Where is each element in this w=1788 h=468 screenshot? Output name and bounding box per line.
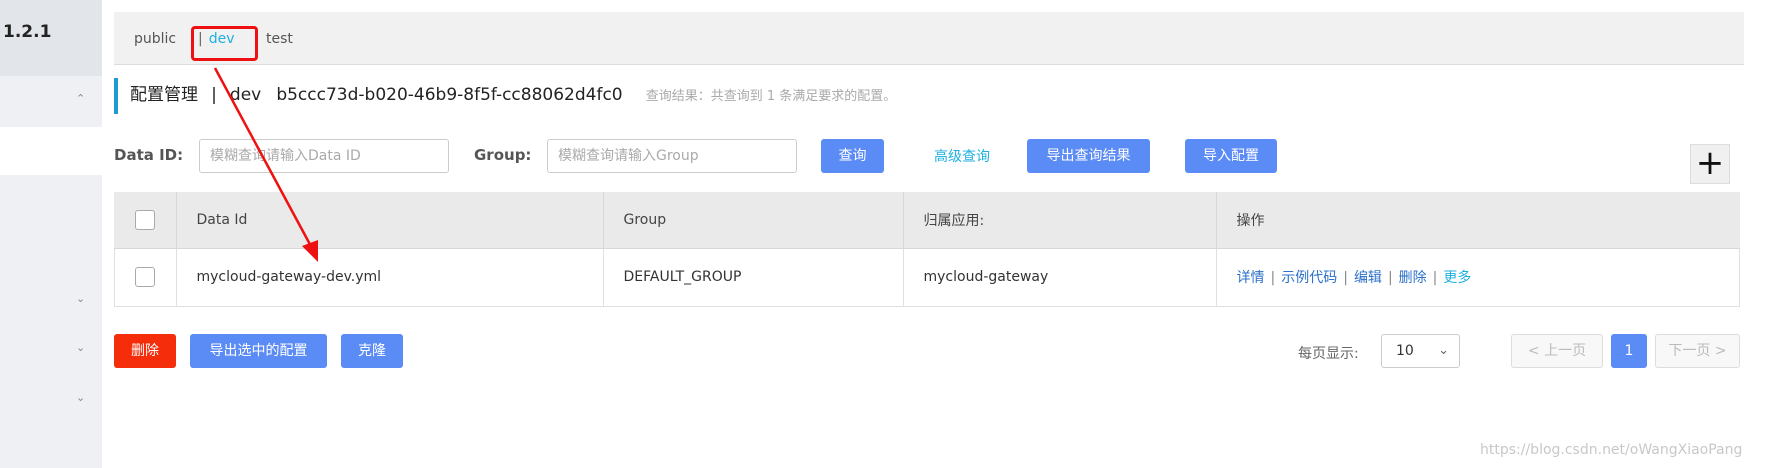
op-more-link[interactable]: 更多 xyxy=(1443,270,1471,286)
chevron-down-icon[interactable]: ⌄ xyxy=(76,292,85,305)
data-id-input[interactable] xyxy=(199,139,449,173)
chevron-up-icon[interactable]: ⌃ xyxy=(76,92,85,105)
row-operations: 详情 | 示例代码 | 编辑 | 删除 | 更多 xyxy=(1216,248,1740,307)
table-header-row: Data Id Group 归属应用: 操作 xyxy=(114,192,1740,249)
per-page-value: 10 xyxy=(1396,343,1414,359)
chevron-down-icon: ⌄ xyxy=(1438,343,1449,358)
header-app[interactable]: 归属应用: xyxy=(903,192,1217,249)
next-page-label: 下一页 xyxy=(1668,343,1711,359)
import-config-button[interactable]: 导入配置 xyxy=(1185,139,1277,173)
chevron-down-icon[interactable]: ⌄ xyxy=(76,341,85,354)
watermark: https://blog.csdn.net/oWangXiaoPang xyxy=(1480,442,1743,458)
op-separator: | xyxy=(1270,270,1276,286)
title-separator: | xyxy=(211,85,217,105)
highlight-box xyxy=(191,26,258,61)
chevron-down-icon[interactable]: ⌄ xyxy=(76,391,85,404)
advanced-query-link[interactable]: 高级查询 xyxy=(934,146,990,166)
export-results-button[interactable]: 导出查询结果 xyxy=(1027,139,1150,173)
row-select-cell xyxy=(114,248,177,307)
op-edit-link[interactable]: 编辑 xyxy=(1354,270,1382,286)
config-table: Data Id Group 归属应用: 操作 mycloud-gateway-d… xyxy=(114,192,1740,307)
row-data-id: mycloud-gateway-dev.yml xyxy=(176,248,604,307)
namespace-public[interactable]: public xyxy=(134,31,176,47)
header-group[interactable]: Group xyxy=(603,192,904,249)
group-input[interactable] xyxy=(547,139,797,173)
row-checkbox[interactable] xyxy=(134,267,155,287)
data-id-label: Data ID: xyxy=(114,146,184,164)
sidebar-active-item[interactable] xyxy=(0,127,102,175)
export-selected-button[interactable]: 导出选中的配置 xyxy=(190,334,327,368)
next-page-button[interactable]: 下一页 > xyxy=(1655,334,1740,368)
op-separator: | xyxy=(1387,270,1393,286)
current-page-button[interactable]: 1 xyxy=(1611,334,1647,368)
prev-page-label: 上一页 xyxy=(1544,343,1587,359)
plus-icon[interactable]: + xyxy=(1690,144,1730,184)
chevron-left-icon: < xyxy=(1527,343,1545,359)
header-data-id[interactable]: Data Id xyxy=(176,192,604,249)
title-namespace-id: b5ccc73d-b020-46b9-8f5f-cc88062d4fc0 xyxy=(276,85,623,105)
version-label: 1.2.1 xyxy=(0,0,102,76)
select-all-checkbox[interactable] xyxy=(134,209,155,230)
namespace-bar: public | dev test xyxy=(114,12,1744,65)
op-delete-link[interactable]: 删除 xyxy=(1399,270,1427,286)
op-separator: | xyxy=(1343,270,1348,286)
select-all-cell xyxy=(114,192,177,249)
op-separator: | xyxy=(1432,270,1438,286)
clone-button[interactable]: 克隆 xyxy=(341,334,403,368)
main-content: public | dev test 配置管理 | dev b5ccc73d-b02… xyxy=(114,0,1744,468)
op-sample-code-link[interactable]: 示例代码 xyxy=(1281,270,1337,286)
per-page-select[interactable]: 10 ⌄ xyxy=(1381,334,1460,368)
header-ops: 操作 xyxy=(1216,192,1740,249)
per-page-label: 每页显示: xyxy=(1298,346,1359,362)
query-button[interactable]: 查询 xyxy=(821,139,884,173)
op-details-link[interactable]: 详情 xyxy=(1237,270,1265,286)
row-app: mycloud-gateway xyxy=(903,248,1217,307)
row-group: DEFAULT_GROUP xyxy=(603,248,904,307)
delete-button[interactable]: 删除 xyxy=(114,334,176,368)
prev-page-button[interactable]: < 上一页 xyxy=(1511,334,1603,368)
group-label: Group: xyxy=(474,146,532,164)
table-row: mycloud-gateway-dev.yml DEFAULT_GROUP my… xyxy=(114,248,1740,307)
page-title-bar: 配置管理 | dev b5ccc73d-b020-46b9-8f5f-cc880… xyxy=(114,78,896,114)
sidebar: 1.2.1 ⌃ ⌄ ⌄ ⌄ xyxy=(0,0,102,468)
query-result-text: 查询结果：共查询到 1 条满足要求的配置。 xyxy=(645,89,897,104)
title-namespace: dev xyxy=(229,85,262,105)
namespace-test[interactable]: test xyxy=(266,31,293,47)
chevron-right-icon: > xyxy=(1710,343,1727,359)
page-title: 配置管理 xyxy=(130,85,198,105)
